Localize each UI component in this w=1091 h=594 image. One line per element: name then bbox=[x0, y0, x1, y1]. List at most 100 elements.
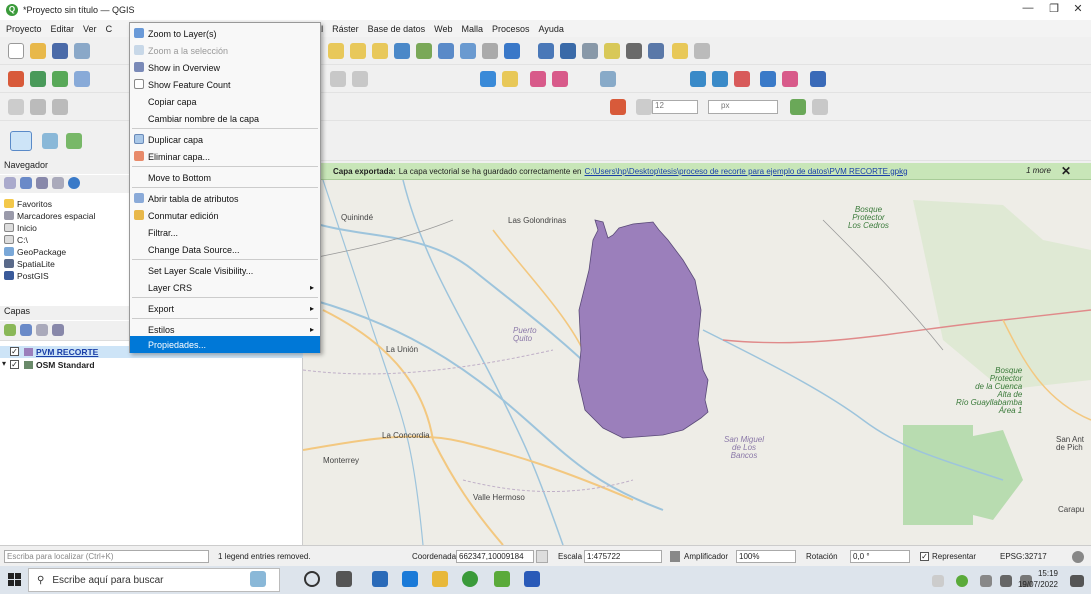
outlook-icon[interactable] bbox=[372, 571, 388, 587]
font-size-field[interactable]: 12 bbox=[652, 100, 698, 114]
lock-icon[interactable] bbox=[670, 551, 680, 562]
label-change-icon[interactable] bbox=[552, 71, 568, 87]
nav-item-spatialite[interactable]: SpatiaLite bbox=[4, 258, 55, 269]
file-explorer-icon[interactable] bbox=[432, 571, 448, 587]
network-icon[interactable] bbox=[980, 575, 992, 587]
label-tool-icon[interactable] bbox=[694, 43, 710, 59]
menu-ver[interactable]: Ver bbox=[83, 24, 97, 34]
select-by-value-icon[interactable] bbox=[66, 133, 82, 149]
save-project-icon[interactable] bbox=[52, 43, 68, 59]
menu-item-zoom-selection[interactable]: Zoom a la selección bbox=[130, 42, 320, 59]
collapse-icon[interactable] bbox=[52, 177, 64, 189]
nav-item-postgis[interactable]: PostGIS bbox=[4, 270, 49, 281]
menu-capa[interactable]: C bbox=[106, 24, 113, 34]
menu-item-scale-visibility[interactable]: Set Layer Scale Visibility... bbox=[130, 262, 320, 279]
print-layout-icon[interactable] bbox=[74, 43, 90, 59]
menu-item-change-source[interactable]: Change Data Source... bbox=[130, 241, 320, 258]
menu-base-datos[interactable]: Base de datos bbox=[368, 24, 426, 34]
taskbar-search[interactable]: ⚲ Escribe aquí para buscar bbox=[28, 568, 280, 592]
remove-icon[interactable] bbox=[812, 99, 828, 115]
vertex-tool-icon[interactable] bbox=[52, 99, 68, 115]
measure-icon[interactable] bbox=[648, 43, 664, 59]
label-abc-icon[interactable] bbox=[480, 71, 496, 87]
menu-ayuda[interactable]: Ayuda bbox=[539, 24, 564, 34]
open-project-icon[interactable] bbox=[30, 43, 46, 59]
restore-button[interactable]: ❐ bbox=[1046, 2, 1062, 15]
nav-item-favoritos[interactable]: Favoritos bbox=[4, 198, 52, 209]
plugin-icon[interactable] bbox=[782, 71, 798, 87]
statistics-icon[interactable] bbox=[626, 43, 642, 59]
zoom-in-icon[interactable] bbox=[350, 43, 366, 59]
add-selected-icon[interactable] bbox=[4, 177, 16, 189]
clock[interactable]: 15:19 19/07/2022 bbox=[1018, 568, 1058, 590]
map-canvas[interactable] bbox=[303, 180, 1091, 545]
add-feature-icon[interactable] bbox=[30, 99, 46, 115]
menu-proyecto[interactable]: Proyecto bbox=[6, 24, 42, 34]
topology-icon[interactable] bbox=[790, 99, 806, 115]
weather-icon[interactable] bbox=[250, 571, 266, 587]
menu-item-show-overview[interactable]: Show in Overview bbox=[130, 59, 320, 76]
menu-item-tabla-atributos[interactable]: Abrir tabla de atributos bbox=[130, 190, 320, 207]
select-features-icon[interactable] bbox=[10, 131, 32, 151]
notifications-icon[interactable] bbox=[1070, 575, 1084, 587]
zoom-layer-icon[interactable] bbox=[416, 43, 432, 59]
windows-start-icon[interactable] bbox=[8, 573, 22, 587]
menu-item-cambiar-nombre[interactable]: Cambiar nombre de la capa bbox=[130, 110, 320, 127]
nav-item-inicio[interactable]: Inicio bbox=[4, 222, 37, 233]
menu-item-zoom-to-layer[interactable]: Zoom to Layer(s) bbox=[130, 25, 320, 42]
processing-icon[interactable] bbox=[690, 71, 706, 87]
zoom-full-icon[interactable] bbox=[394, 43, 410, 59]
crs-button[interactable]: EPSG:32717 bbox=[1000, 552, 1047, 561]
style-icon[interactable] bbox=[4, 324, 16, 336]
pan-icon[interactable] bbox=[328, 43, 344, 59]
layer-checkbox[interactable]: ✓ bbox=[10, 360, 19, 369]
nav-item-c-drive[interactable]: C:\ bbox=[4, 234, 28, 245]
new-layer-icon[interactable] bbox=[30, 71, 46, 87]
label-rotate-icon[interactable] bbox=[600, 71, 616, 87]
new-project-icon[interactable] bbox=[8, 43, 24, 59]
render-checkbox[interactable]: ✓ bbox=[920, 552, 929, 561]
expand-arrow-icon[interactable]: ▾ bbox=[2, 359, 6, 368]
minimize-button[interactable]: — bbox=[1020, 2, 1036, 14]
magnifier-field[interactable]: 100% bbox=[736, 550, 796, 563]
info-icon[interactable] bbox=[68, 177, 80, 189]
undo-icon[interactable] bbox=[610, 99, 626, 115]
unit-select[interactable]: px bbox=[708, 100, 778, 114]
menu-raster[interactable]: Ráster bbox=[332, 24, 359, 34]
scale-field[interactable]: 1:475722 bbox=[584, 550, 662, 563]
mail-icon[interactable] bbox=[402, 571, 418, 587]
nav-item-marcadores[interactable]: Marcadores espacial bbox=[4, 210, 95, 221]
chevron-up-icon[interactable] bbox=[932, 575, 944, 587]
layer-osm-standard[interactable]: ▾ ✓ OSM Standard bbox=[0, 359, 303, 371]
battery-icon[interactable] bbox=[1000, 575, 1012, 587]
label-pin-icon[interactable] bbox=[530, 71, 546, 87]
attribute-table-icon[interactable] bbox=[560, 43, 576, 59]
menu-item-layer-crs[interactable]: Layer CRS ▸ bbox=[130, 279, 320, 296]
menu-item-move-bottom[interactable]: Move to Bottom bbox=[130, 169, 320, 186]
add-group-icon[interactable] bbox=[20, 324, 32, 336]
message-more[interactable]: 1 more bbox=[1026, 166, 1051, 175]
menu-item-show-feature-count[interactable]: Show Feature Count bbox=[130, 76, 320, 93]
tray-app-icon[interactable] bbox=[956, 575, 968, 587]
refresh-icon[interactable] bbox=[20, 177, 32, 189]
zoom-selection-icon[interactable] bbox=[438, 43, 454, 59]
messages-icon[interactable] bbox=[1072, 551, 1084, 563]
toolbox-icon[interactable] bbox=[712, 71, 728, 87]
visibility-icon[interactable] bbox=[36, 324, 48, 336]
add-raster-icon[interactable] bbox=[74, 71, 90, 87]
temporal-icon[interactable] bbox=[482, 43, 498, 59]
add-vector-icon[interactable] bbox=[52, 71, 68, 87]
qgis-taskbar-icon[interactable] bbox=[494, 571, 510, 587]
close-icon[interactable]: ✕ bbox=[1061, 164, 1071, 178]
menu-procesos[interactable]: Procesos bbox=[492, 24, 530, 34]
zoom-last-icon[interactable] bbox=[460, 43, 476, 59]
help-icon[interactable] bbox=[810, 71, 826, 87]
nav-item-geopackage[interactable]: GeoPackage bbox=[4, 246, 66, 257]
locator-search-input[interactable]: Escriba para localizar (Ctrl+K) bbox=[4, 550, 209, 563]
extents-toggle-icon[interactable] bbox=[536, 550, 548, 563]
rotation-field[interactable]: 0,0 ° bbox=[850, 550, 910, 563]
filter-icon[interactable] bbox=[36, 177, 48, 189]
identify-icon[interactable] bbox=[538, 43, 554, 59]
field-calc-icon[interactable] bbox=[582, 43, 598, 59]
annotation-icon[interactable] bbox=[672, 43, 688, 59]
